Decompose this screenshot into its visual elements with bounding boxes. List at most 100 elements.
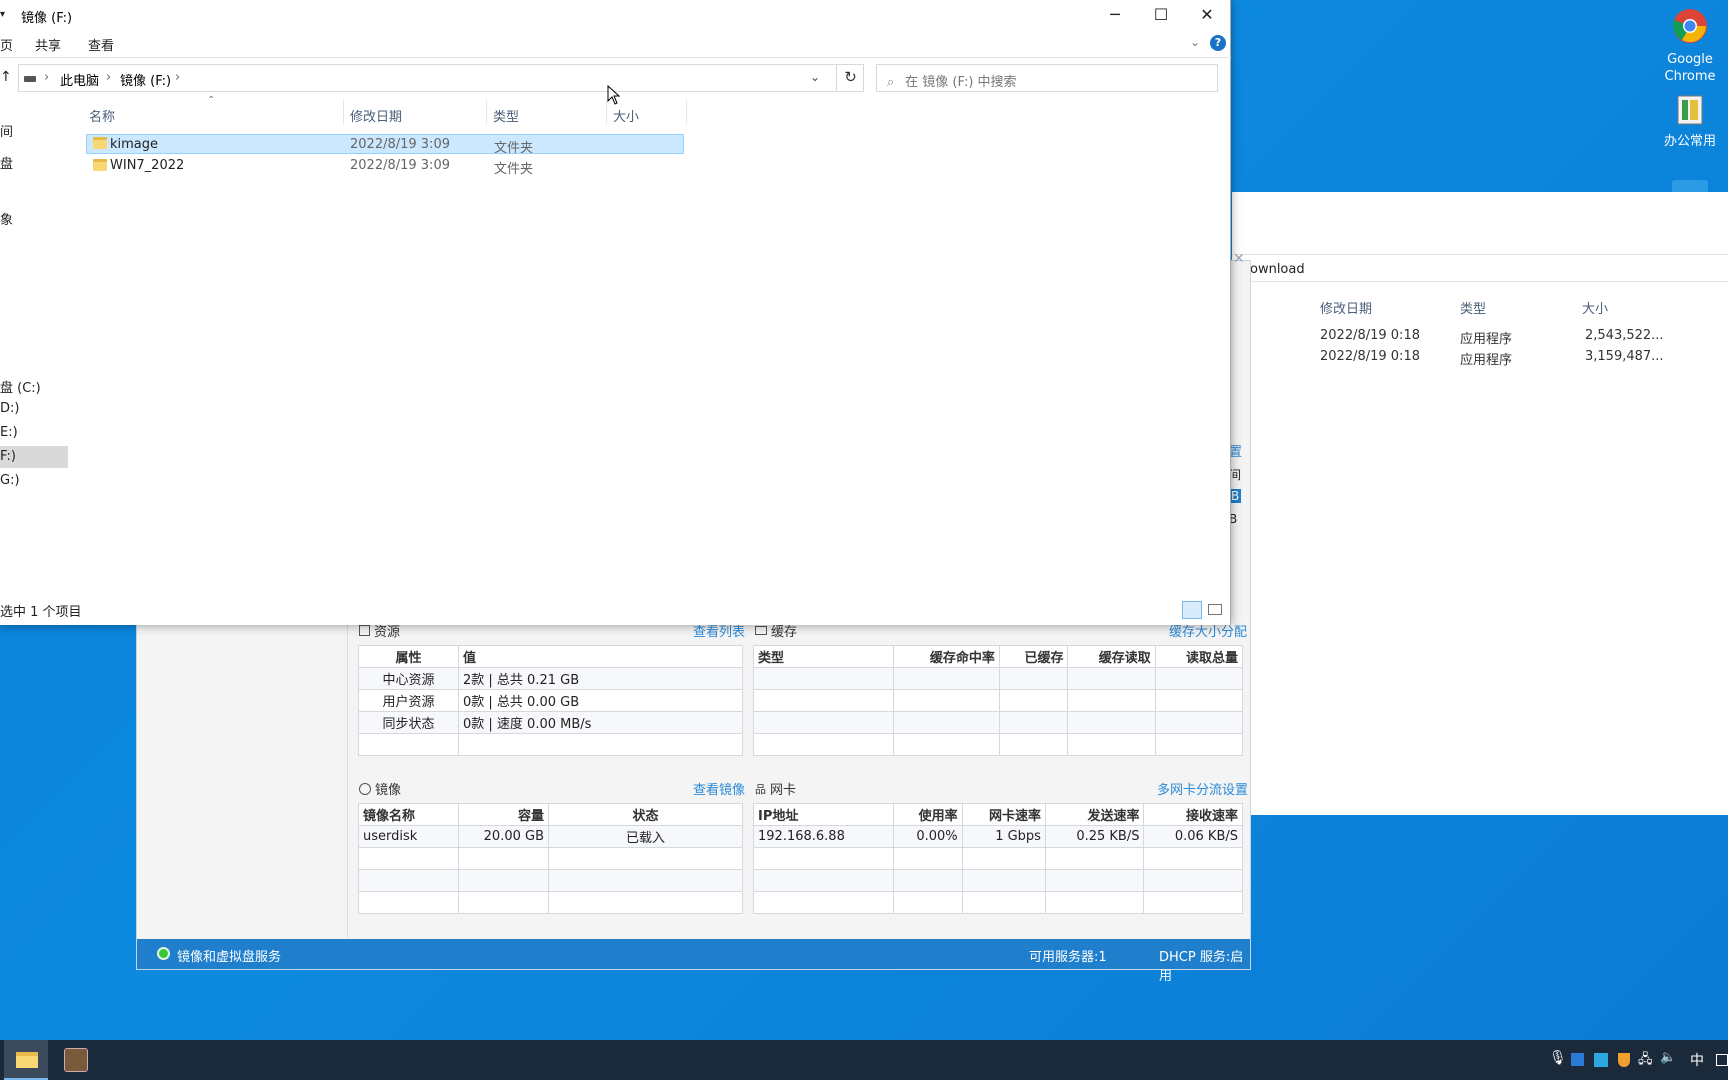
nic-col[interactable]: IP地址 bbox=[753, 803, 894, 826]
nav-item[interactable]: 盘 bbox=[0, 153, 13, 172]
resource-col-value[interactable]: 值 bbox=[458, 645, 743, 668]
folder-icon bbox=[93, 159, 107, 171]
cache-col[interactable]: 缓存读取 bbox=[1067, 645, 1156, 668]
security-shield-icon[interactable] bbox=[1618, 1053, 1630, 1067]
image-col[interactable]: 镜像名称 bbox=[358, 803, 459, 826]
table-row[interactable]: 用户资源 0款 | 总共 0.00 GB bbox=[358, 689, 743, 712]
nav-item-g[interactable]: G:) bbox=[0, 473, 20, 488]
volume-icon[interactable]: 🔈 bbox=[1660, 1050, 1676, 1065]
col-modified[interactable]: 修改日期 bbox=[1320, 298, 1372, 317]
col-size[interactable]: 大小 bbox=[613, 106, 639, 125]
address-history-icon[interactable]: ⌄ bbox=[810, 70, 820, 84]
image-col[interactable]: 容量 bbox=[458, 803, 549, 826]
nav-item[interactable]: 象 bbox=[0, 209, 13, 228]
file-size: 3,159,487... bbox=[1585, 349, 1664, 364]
sort-ascending-icon: ⌃ bbox=[207, 95, 216, 106]
close-icon[interactable]: ✕ bbox=[1233, 251, 1251, 269]
nic-col[interactable]: 使用率 bbox=[893, 803, 963, 826]
tray-app-icon[interactable] bbox=[1594, 1053, 1608, 1067]
download-window: ownload 修改日期 类型 大小 e 2022/8/19 0:18 应用程序… bbox=[1228, 192, 1728, 815]
large-icons-view-icon[interactable] bbox=[1208, 604, 1222, 615]
resource-table: 属性 值 中心资源 2款 | 总共 0.21 GB 用户资源 0款 | 总共 0.0… bbox=[358, 645, 743, 756]
image-col[interactable]: 状态 bbox=[548, 803, 743, 826]
table-row[interactable] bbox=[753, 733, 1244, 756]
ime-mode-icon[interactable] bbox=[1716, 1054, 1728, 1066]
table-cell: 0款 | 总共 0.00 GB bbox=[458, 689, 743, 712]
cache-col[interactable]: 已缓存 bbox=[998, 645, 1069, 668]
help-icon[interactable]: ? bbox=[1210, 35, 1226, 51]
nav-item-f-selected[interactable]: F:) bbox=[0, 446, 68, 468]
table-row[interactable]: 同步状态 0款 | 速度 0.00 MB/s bbox=[358, 711, 743, 734]
breadcrumb-chevron-icon[interactable]: › bbox=[44, 70, 49, 85]
nav-item-e[interactable]: E:) bbox=[0, 425, 18, 440]
breadcrumb-this-pc[interactable]: 此电脑 bbox=[60, 70, 99, 89]
table-cell: 1 Gbps bbox=[961, 825, 1046, 848]
table-row[interactable] bbox=[753, 891, 1243, 914]
microphone-icon[interactable]: 🎙 bbox=[1549, 1050, 1567, 1066]
search-input[interactable]: ⌕ 在 镜像 (F:) 中搜索 bbox=[876, 64, 1218, 92]
table-cell: 已载入 bbox=[548, 825, 743, 848]
col-type[interactable]: 类型 bbox=[1460, 298, 1486, 317]
col-type[interactable]: 类型 bbox=[493, 106, 519, 125]
table-row[interactable]: 中心资源 2款 | 总共 0.21 GB bbox=[358, 667, 743, 690]
close-button[interactable]: ✕ bbox=[1184, 0, 1230, 30]
col-size[interactable]: 大小 bbox=[1582, 298, 1608, 317]
network-icon[interactable]: 🖧 bbox=[1638, 1050, 1653, 1072]
minimize-button[interactable]: ─ bbox=[1092, 0, 1138, 30]
nav-item-c[interactable]: 盘 (C:) bbox=[0, 377, 41, 396]
nic-col[interactable]: 网卡速率 bbox=[961, 803, 1046, 826]
breadcrumb-chevron-icon[interactable]: › bbox=[175, 70, 180, 85]
image-table: 镜像名称 容量 状态 userdisk 20.00 GB 已载入 bbox=[358, 803, 743, 914]
table-row[interactable] bbox=[753, 689, 1244, 712]
cache-col[interactable]: 类型 bbox=[753, 645, 894, 668]
table-row[interactable]: userdisk 20.00 GB 已载入 bbox=[358, 825, 743, 848]
table-row[interactable] bbox=[358, 733, 743, 756]
file-explorer-icon bbox=[16, 1052, 38, 1068]
table-row[interactable] bbox=[753, 847, 1243, 870]
table-cell: 中心资源 bbox=[358, 667, 459, 690]
ime-indicator[interactable]: 中 bbox=[1690, 1050, 1704, 1070]
nic-col[interactable]: 接收速率 bbox=[1143, 803, 1243, 826]
table-cell: 用户资源 bbox=[358, 689, 459, 712]
tab-view[interactable]: 查看 bbox=[88, 35, 114, 54]
table-cell bbox=[358, 733, 459, 756]
game-app-icon[interactable] bbox=[64, 1048, 88, 1072]
tab-share[interactable]: 共享 bbox=[35, 35, 61, 54]
list-item[interactable]: WIN7_2022 2022/8/19 3:09 文件夹 bbox=[86, 155, 684, 177]
desktop-chrome[interactable]: Google Chrome bbox=[1648, 8, 1728, 85]
taskbar-explorer[interactable] bbox=[4, 1040, 48, 1080]
resource-col-attr[interactable]: 属性 bbox=[358, 645, 459, 668]
search-icon: ⌕ bbox=[887, 75, 895, 90]
col-name[interactable]: 名称 bbox=[89, 106, 115, 125]
table-row[interactable] bbox=[358, 891, 743, 914]
nav-item-d[interactable]: D:) bbox=[0, 401, 19, 416]
multi-nic-link[interactable]: 多网卡分流设置 bbox=[1157, 779, 1248, 798]
tray-app-icon[interactable] bbox=[1571, 1053, 1584, 1066]
refresh-button[interactable]: ↻ bbox=[836, 64, 864, 92]
breadcrumb-drive[interactable]: 镜像 (F:) bbox=[120, 70, 171, 89]
table-row[interactable] bbox=[753, 711, 1244, 734]
cache-col[interactable]: 读取总量 bbox=[1154, 645, 1244, 668]
view-images-link[interactable]: 查看镜像 bbox=[693, 779, 745, 798]
list-item[interactable]: kimage 2022/8/19 3:09 文件夹 bbox=[86, 134, 684, 156]
file-size: 2,543,522... bbox=[1585, 328, 1664, 343]
nic-col[interactable]: 发送速率 bbox=[1044, 803, 1145, 826]
ribbon-expand-icon[interactable]: ⌄ bbox=[1190, 35, 1200, 49]
desktop-office[interactable]: 办公常用 bbox=[1648, 94, 1728, 150]
tab-home[interactable]: 页 bbox=[0, 35, 13, 54]
qat-dropdown-icon[interactable]: ▾ bbox=[0, 9, 5, 20]
table-row[interactable] bbox=[753, 667, 1244, 690]
table-row[interactable] bbox=[358, 869, 743, 892]
table-row[interactable] bbox=[358, 847, 743, 870]
details-view-icon[interactable] bbox=[1182, 601, 1202, 619]
maximize-button[interactable]: ☐ bbox=[1138, 0, 1184, 30]
col-modified[interactable]: 修改日期 bbox=[350, 106, 402, 125]
cache-col[interactable]: 缓存命中率 bbox=[893, 645, 1000, 668]
table-row[interactable] bbox=[753, 869, 1243, 892]
table-row[interactable]: 192.168.6.88 0.00% 1 Gbps 0.25 KB/S 0.06… bbox=[753, 825, 1243, 848]
nav-item[interactable]: 间 bbox=[0, 121, 13, 140]
breadcrumb-chevron-icon[interactable]: › bbox=[106, 70, 111, 85]
cache-table: 类型 缓存命中率 已缓存 缓存读取 读取总量 bbox=[753, 645, 1244, 756]
mouse-cursor-icon bbox=[607, 85, 621, 105]
up-arrow-icon[interactable]: ↑ bbox=[0, 69, 12, 85]
